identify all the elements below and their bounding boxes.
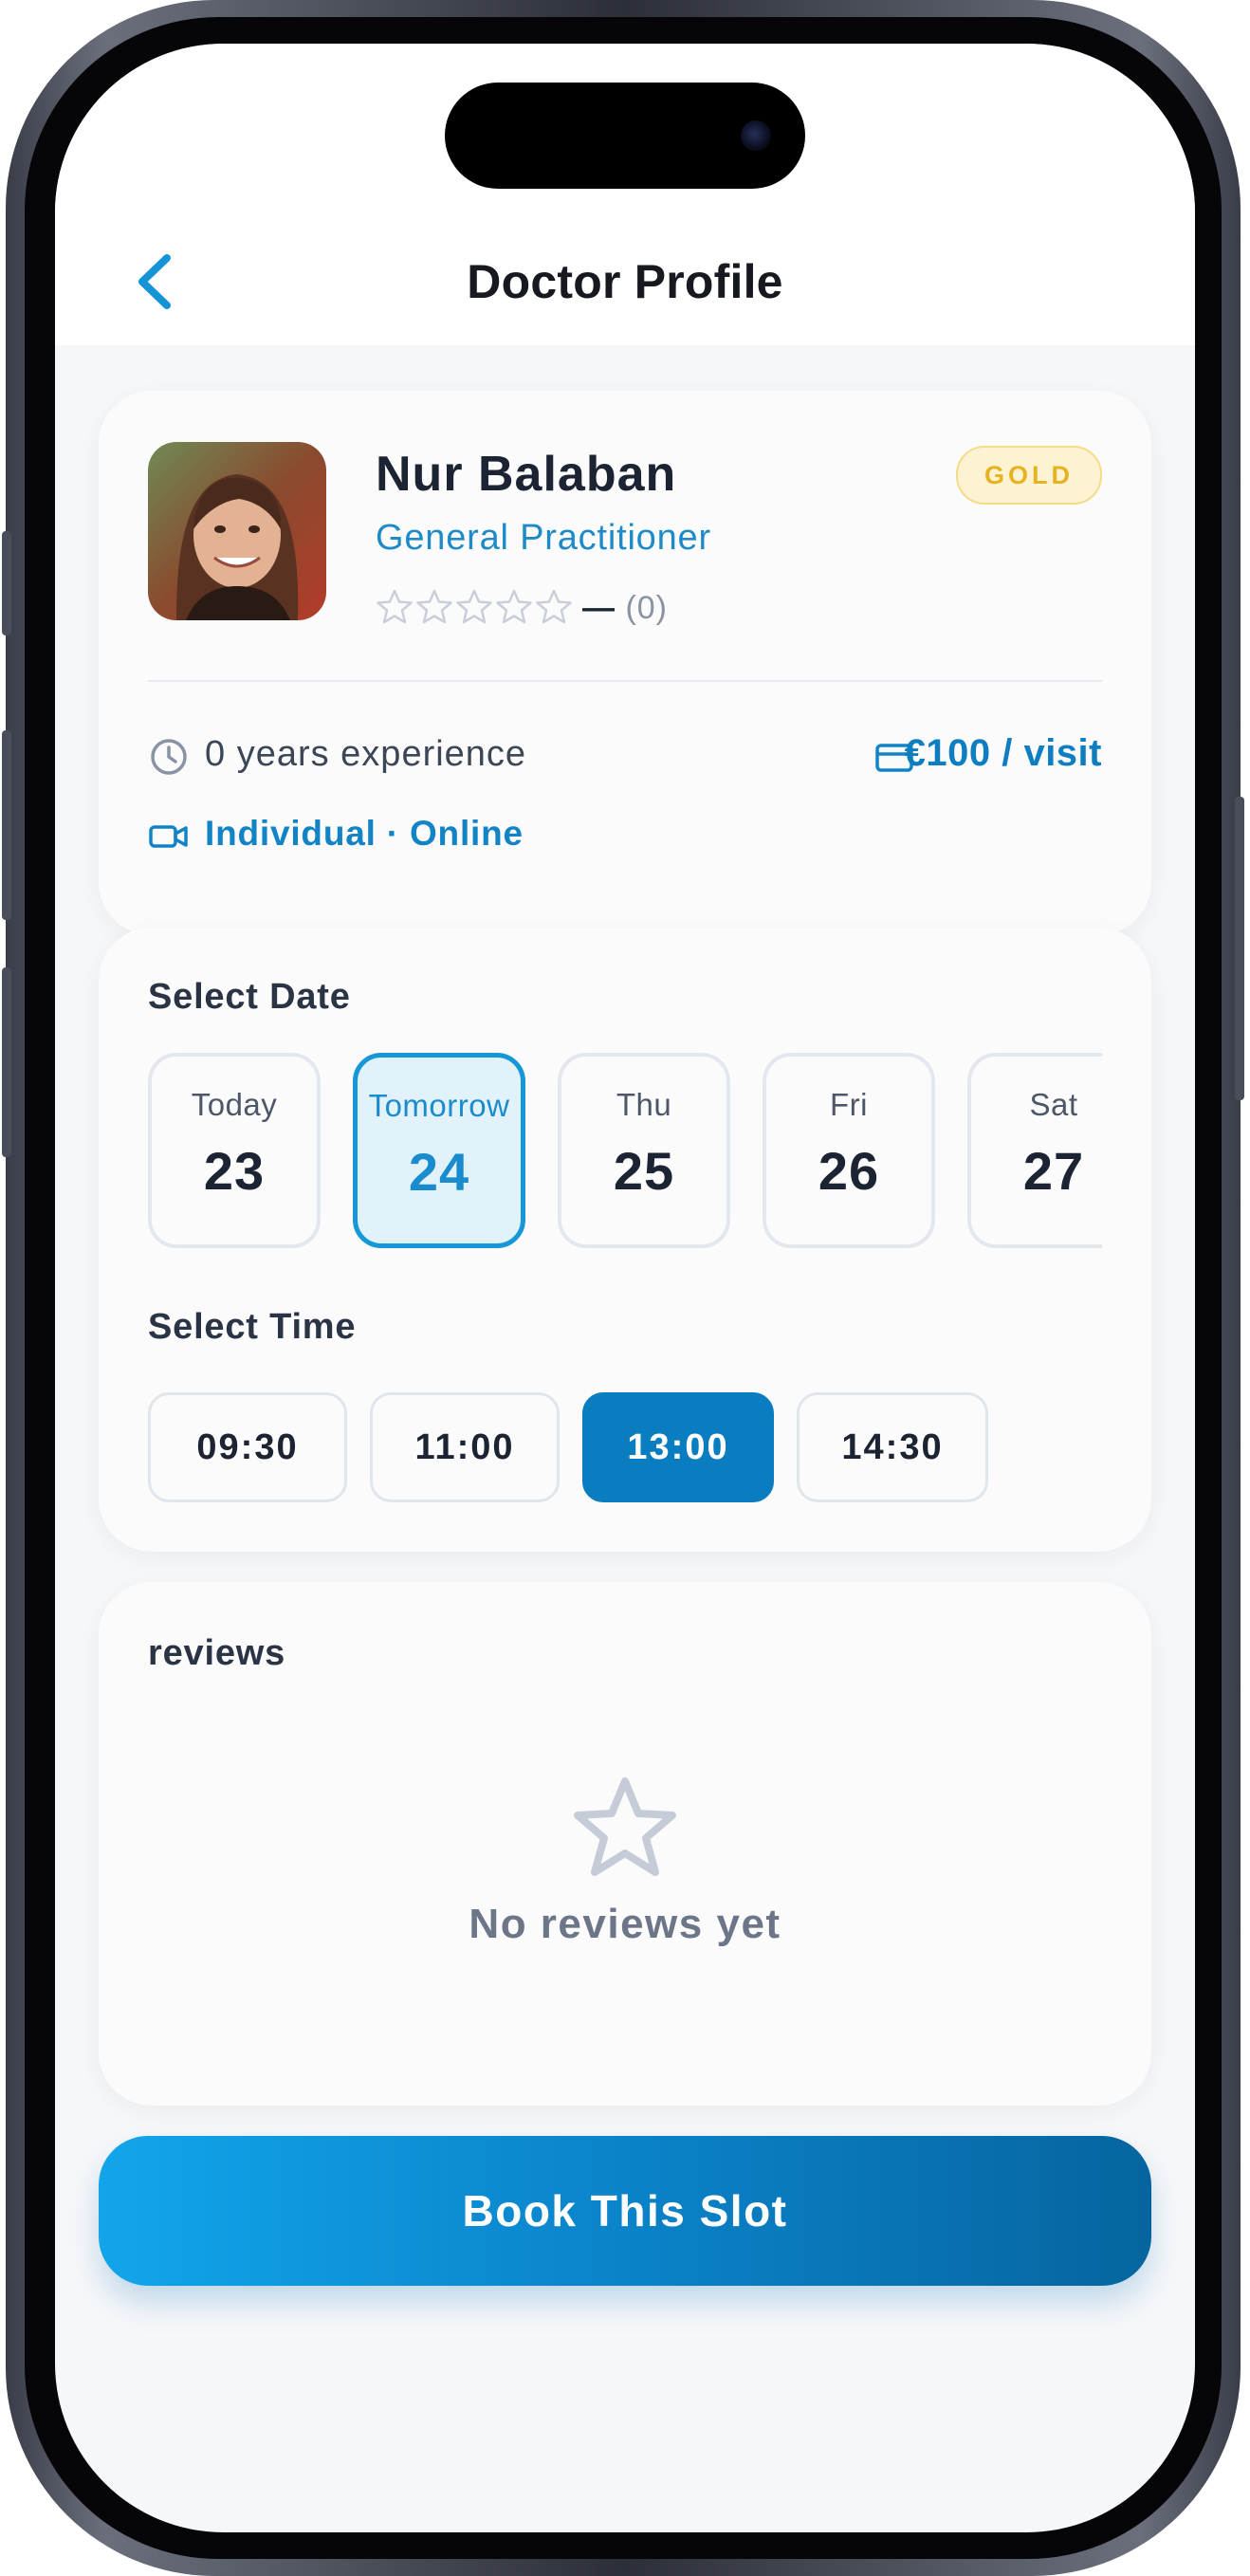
select-date-title: Select Date bbox=[148, 977, 351, 1017]
reviews-card: reviews No reviews yet bbox=[99, 1582, 1151, 2106]
date-number: 25 bbox=[613, 1141, 675, 1201]
rating-stars bbox=[376, 588, 573, 630]
book-slot-button[interactable]: Book This Slot bbox=[99, 2136, 1151, 2286]
doctor-specialty: General Practitioner bbox=[376, 518, 711, 558]
page-title: Doctor Profile bbox=[467, 255, 783, 308]
price-text: €100 / visit bbox=[904, 732, 1102, 774]
rating-count: (0) bbox=[625, 590, 669, 626]
star-outline-icon bbox=[415, 588, 453, 630]
date-day: Today bbox=[191, 1087, 278, 1122]
star-outline-icon bbox=[455, 588, 493, 630]
experience-text: 0 years experience bbox=[205, 734, 527, 774]
date-chip[interactable]: Today 23 bbox=[148, 1053, 321, 1248]
star-outline-icon bbox=[568, 1772, 682, 1886]
consultation-mode: Individual · Online bbox=[205, 814, 524, 853]
time-slot[interactable]: 09:30 bbox=[148, 1392, 347, 1502]
volume-up-button bbox=[2, 730, 11, 920]
date-number: 24 bbox=[408, 1142, 470, 1202]
tier-badge: GOLD bbox=[956, 446, 1102, 505]
clock-icon bbox=[148, 736, 190, 778]
date-number: 26 bbox=[818, 1141, 880, 1201]
time-slot-selected[interactable]: 13:00 bbox=[582, 1392, 774, 1502]
star-outline-icon bbox=[376, 588, 414, 630]
rating-summary: — (0) bbox=[582, 590, 668, 627]
rating-value: — bbox=[582, 590, 616, 626]
front-camera bbox=[741, 120, 771, 151]
date-day: Tomorrow bbox=[368, 1088, 510, 1123]
time-slot[interactable]: 11:00 bbox=[370, 1392, 560, 1502]
action-button bbox=[2, 531, 11, 635]
date-day: Fri bbox=[830, 1087, 868, 1122]
volume-down-button bbox=[2, 967, 11, 1157]
divider bbox=[148, 680, 1102, 682]
doctor-name: Nur Balaban bbox=[376, 447, 677, 502]
date-day: Thu bbox=[616, 1087, 672, 1122]
reviews-title: reviews bbox=[148, 1633, 286, 1673]
screen: Doctor Profile Nur Balaban General Pract… bbox=[55, 44, 1195, 2532]
date-chip[interactable]: Thu 25 bbox=[558, 1053, 730, 1248]
empty-reviews-text: No reviews yet bbox=[469, 1901, 781, 1947]
date-chip-selected[interactable]: Tomorrow 24 bbox=[353, 1053, 525, 1248]
schedule-card: Select Date Today 23 Tomorrow 24 Thu 25 … bbox=[99, 928, 1151, 1552]
date-day: Sat bbox=[1029, 1087, 1078, 1122]
date-chip[interactable]: Sat 27 bbox=[967, 1053, 1102, 1248]
power-button bbox=[1235, 797, 1244, 1100]
star-outline-icon bbox=[535, 588, 573, 630]
video-camera-icon bbox=[148, 816, 190, 857]
time-slot[interactable]: 14:30 bbox=[797, 1392, 988, 1502]
date-number: 23 bbox=[203, 1141, 266, 1201]
doctor-profile-card: Nur Balaban General Practitioner GOLD — … bbox=[99, 391, 1151, 935]
doctor-avatar bbox=[148, 442, 326, 620]
select-time-title: Select Time bbox=[148, 1307, 357, 1347]
star-outline-icon bbox=[495, 588, 533, 630]
date-number: 27 bbox=[1022, 1141, 1085, 1201]
dynamic-island bbox=[445, 83, 805, 189]
date-chip[interactable]: Fri 26 bbox=[763, 1053, 935, 1248]
date-picker: Today 23 Tomorrow 24 Thu 25 Fri 26 Sat 2… bbox=[148, 1053, 1102, 1261]
